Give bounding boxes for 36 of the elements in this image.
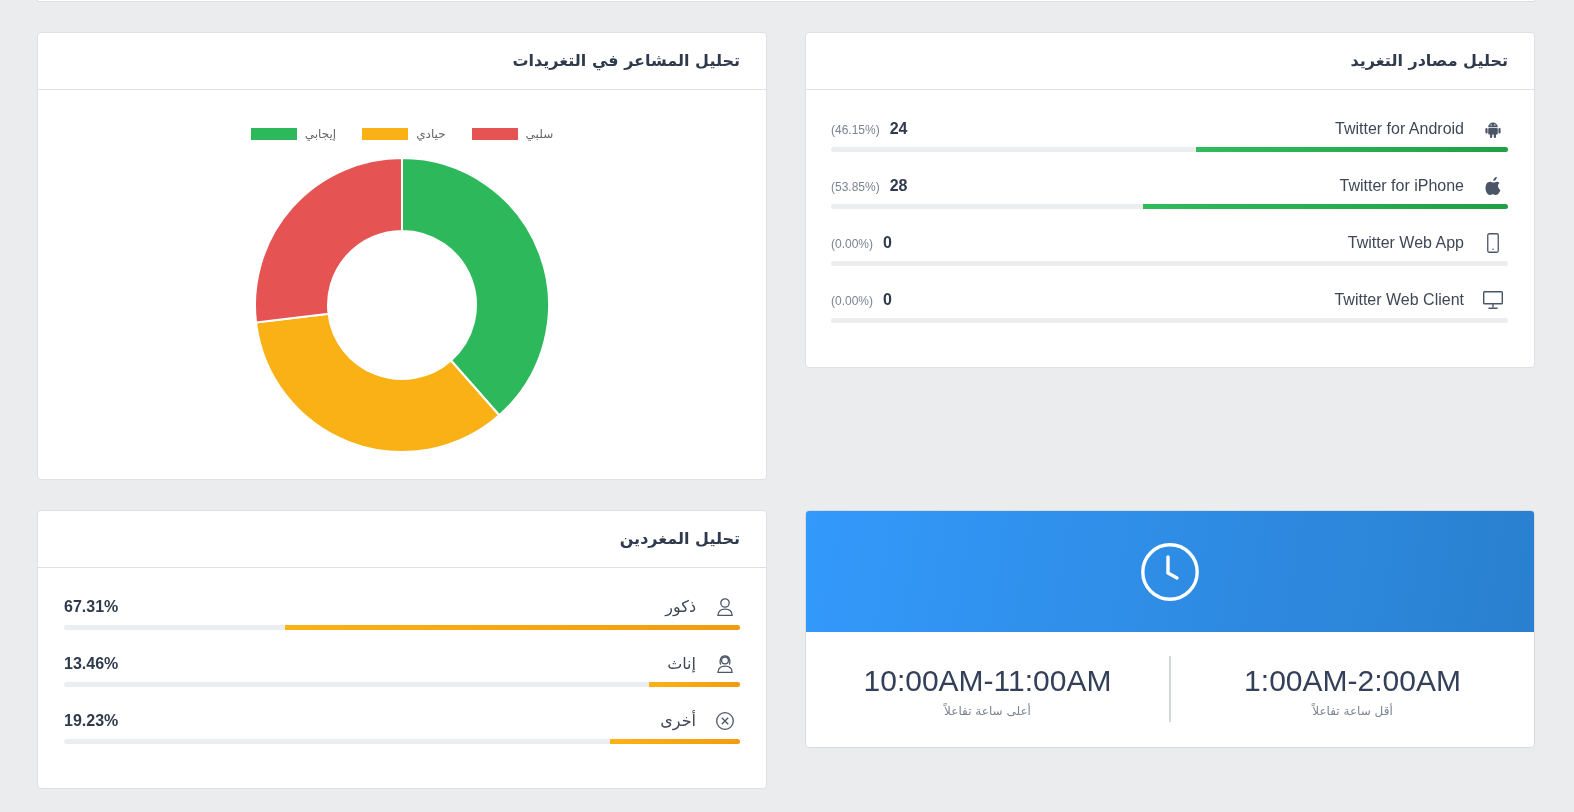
phone-icon (1487, 233, 1499, 253)
female-user-icon (717, 655, 733, 673)
source-name: Twitter Web App (1347, 233, 1464, 253)
hour-range: 10:00AM-11:00AM (863, 663, 1112, 699)
percent-text: (46.15%) (831, 122, 880, 139)
apple-icon (1485, 177, 1501, 195)
monitor-icon (1483, 291, 1503, 309)
percent-text: 13.46% (64, 654, 119, 674)
user-group-label: أخرى (660, 709, 696, 733)
percent-text: (53.85%) (831, 179, 880, 196)
percent-text: (0.00%) (831, 293, 874, 310)
legend-label: حيادي (416, 127, 446, 141)
circle-x-icon (716, 712, 734, 730)
legend-label: إيجابي (304, 127, 337, 141)
hour-range: 1:00AM-2:00AM (1244, 663, 1461, 699)
legend-label: سلبي (525, 127, 554, 141)
hour-caption: أعلى ساعة تفاعلاً (944, 704, 1031, 718)
card-title: تحليل مصادر التغريد (1350, 51, 1508, 71)
user-group-label: ذكور (665, 597, 696, 619)
tweet-count: 24 (889, 119, 908, 139)
tweet-count: 28 (889, 176, 908, 196)
source-name: Twitter for iPhone (1339, 176, 1464, 196)
card-title: تحليل المغردين (619, 529, 740, 549)
source-name: Twitter for Android (1335, 119, 1464, 139)
source-name: Twitter Web Client (1334, 290, 1464, 310)
card-title: تحليل المشاعر في التغريدات (512, 51, 740, 71)
android-icon (1485, 120, 1501, 138)
percent-text: 19.23% (64, 711, 119, 731)
tweet-count: 0 (883, 233, 892, 253)
tweet-count: 0 (883, 290, 892, 310)
user-group-label: إناث (667, 654, 696, 675)
clock-icon (1141, 542, 1199, 601)
user-icon (717, 598, 733, 616)
percent-text: 67.31% (64, 597, 119, 617)
hour-caption: أقل ساعة تفاعلاً (1312, 704, 1393, 718)
percent-text: (0.00%) (831, 236, 874, 253)
